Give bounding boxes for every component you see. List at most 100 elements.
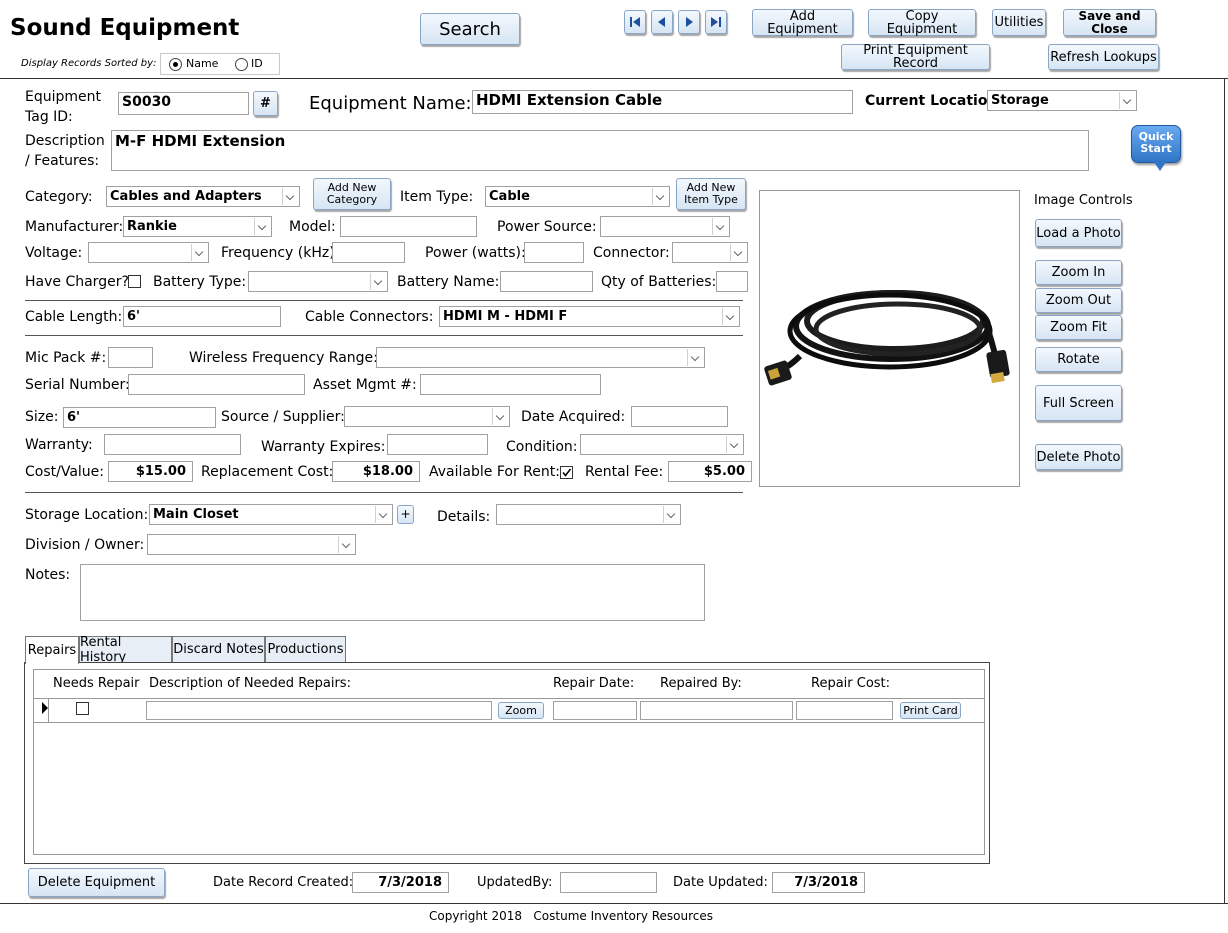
power-source-combo[interactable]: [600, 216, 730, 237]
cost-value-field[interactable]: $15.00: [108, 461, 193, 482]
tab-rental-history[interactable]: Rental History: [79, 635, 172, 665]
print-equipment-record-button[interactable]: Print Equipment Record: [841, 44, 990, 70]
category-combo[interactable]: Cables and Adapters: [106, 186, 300, 207]
tag-id-field[interactable]: S0030: [118, 92, 249, 115]
next-record-button[interactable]: [678, 10, 700, 34]
zoom-out-button[interactable]: Zoom Out: [1035, 288, 1122, 313]
repair-description-field[interactable]: [146, 701, 492, 720]
chevron-down-icon[interactable]: [375, 506, 391, 523]
have-charger-checkbox[interactable]: [128, 275, 141, 288]
chevron-down-icon[interactable]: [282, 188, 298, 205]
copy-equipment-button[interactable]: Copy Equipment: [868, 9, 976, 36]
chevron-down-icon[interactable]: [722, 308, 738, 325]
manufacturer-label: Manufacturer:: [25, 219, 124, 235]
chevron-down-icon[interactable]: [726, 436, 742, 453]
add-equipment-button[interactable]: Add Equipment: [752, 9, 853, 36]
chevron-down-icon[interactable]: [370, 273, 386, 290]
repair-cost-field[interactable]: [796, 701, 893, 720]
chevron-down-icon[interactable]: [687, 349, 703, 366]
rental-fee-field[interactable]: $5.00: [668, 461, 752, 482]
chevron-down-icon[interactable]: [338, 536, 354, 553]
cable-length-field[interactable]: 6': [123, 306, 281, 327]
source-supplier-combo[interactable]: [344, 406, 510, 427]
connector-combo[interactable]: [672, 242, 748, 263]
first-record-button[interactable]: [624, 10, 646, 34]
footer-divider: [0, 903, 1228, 904]
chevron-down-icon[interactable]: [191, 244, 207, 261]
size-field[interactable]: 6': [63, 407, 216, 428]
chevron-down-icon[interactable]: [730, 244, 746, 261]
description-field[interactable]: M-F HDMI Extension: [111, 130, 1089, 171]
repairs-row-divider: [34, 722, 984, 723]
chevron-down-icon[interactable]: [492, 408, 508, 425]
previous-record-button[interactable]: [651, 10, 673, 34]
add-storage-location-button[interactable]: +: [397, 505, 414, 524]
asset-mgmt-field[interactable]: [420, 374, 601, 395]
save-and-close-button[interactable]: Save and Close: [1063, 9, 1156, 36]
search-button[interactable]: Search: [420, 13, 520, 45]
battery-type-combo[interactable]: [248, 271, 388, 292]
zoom-button[interactable]: Zoom: [498, 702, 544, 719]
tab-repairs[interactable]: Repairs: [25, 636, 79, 664]
hash-button[interactable]: #: [253, 91, 278, 116]
updated-by-field[interactable]: [560, 872, 657, 893]
sort-by-id-radio[interactable]: [235, 58, 248, 71]
add-new-category-button[interactable]: Add New Category: [313, 178, 391, 210]
tab-productions[interactable]: Productions: [265, 636, 346, 662]
repaired-by-field[interactable]: [640, 701, 793, 720]
quick-start-button[interactable]: Quick Start: [1131, 125, 1181, 171]
delete-photo-button[interactable]: Delete Photo: [1035, 444, 1122, 470]
date-updated-field[interactable]: 7/3/2018: [772, 872, 865, 893]
chevron-down-icon[interactable]: [663, 506, 679, 523]
storage-location-label: Storage Location:: [25, 507, 149, 523]
battery-name-field[interactable]: [500, 271, 593, 292]
print-card-button[interactable]: Print Card: [900, 702, 961, 719]
equipment-name-field[interactable]: HDMI Extension Cable: [472, 90, 853, 114]
chevron-down-icon[interactable]: [652, 188, 668, 205]
load-photo-button[interactable]: Load a Photo: [1035, 219, 1122, 247]
division-owner-combo[interactable]: [147, 534, 356, 555]
qty-batteries-field[interactable]: [716, 271, 748, 292]
current-location-combo[interactable]: Storage: [987, 90, 1137, 111]
refresh-lookups-button[interactable]: Refresh Lookups: [1048, 44, 1159, 70]
voltage-combo[interactable]: [88, 242, 209, 263]
chevron-down-icon[interactable]: [712, 218, 728, 235]
repair-date-field[interactable]: [553, 701, 637, 720]
equipment-photo[interactable]: [759, 190, 1020, 487]
mic-pack-field[interactable]: [108, 347, 153, 368]
delete-equipment-button[interactable]: Delete Equipment: [28, 868, 165, 897]
item-type-combo[interactable]: Cable: [485, 186, 670, 207]
model-field[interactable]: [340, 216, 477, 237]
warranty-expires-field[interactable]: [387, 434, 488, 455]
replacement-cost-field[interactable]: $18.00: [332, 461, 420, 482]
rotate-button[interactable]: Rotate: [1035, 347, 1122, 372]
details-combo[interactable]: [496, 504, 681, 525]
available-for-rent-checkbox[interactable]: [560, 466, 573, 479]
sort-by-name-radio[interactable]: [169, 58, 182, 71]
chevron-down-icon[interactable]: [254, 218, 270, 235]
power-watts-field[interactable]: [524, 242, 584, 263]
chevron-down-icon[interactable]: [1119, 92, 1135, 109]
full-screen-button[interactable]: Full Screen: [1035, 385, 1122, 421]
utilities-button[interactable]: Utilities: [992, 9, 1046, 36]
wireless-range-combo[interactable]: [376, 347, 705, 368]
date-created-field[interactable]: 7/3/2018: [352, 872, 449, 893]
warranty-field[interactable]: [104, 434, 241, 455]
right-border: [1224, 78, 1225, 903]
cable-connectors-combo[interactable]: HDMI M - HDMI F: [439, 306, 740, 327]
last-record-button[interactable]: [705, 10, 727, 34]
notes-field[interactable]: [80, 564, 705, 621]
storage-location-combo[interactable]: Main Closet: [149, 504, 393, 525]
model-label: Model:: [289, 219, 336, 235]
zoom-fit-button[interactable]: Zoom Fit: [1035, 315, 1122, 340]
zoom-in-button[interactable]: Zoom In: [1035, 260, 1122, 285]
serial-number-field[interactable]: [128, 374, 305, 395]
needs-repair-checkbox[interactable]: [76, 702, 89, 715]
tab-discard-notes[interactable]: Discard Notes: [172, 636, 265, 662]
frequency-field[interactable]: [332, 242, 405, 263]
date-acquired-field[interactable]: [631, 406, 728, 427]
condition-combo[interactable]: [580, 434, 744, 455]
manufacturer-combo[interactable]: Rankie: [123, 216, 272, 237]
hdmi-cable-image: [764, 290, 1010, 386]
add-new-item-type-button[interactable]: Add New Item Type: [676, 178, 746, 210]
